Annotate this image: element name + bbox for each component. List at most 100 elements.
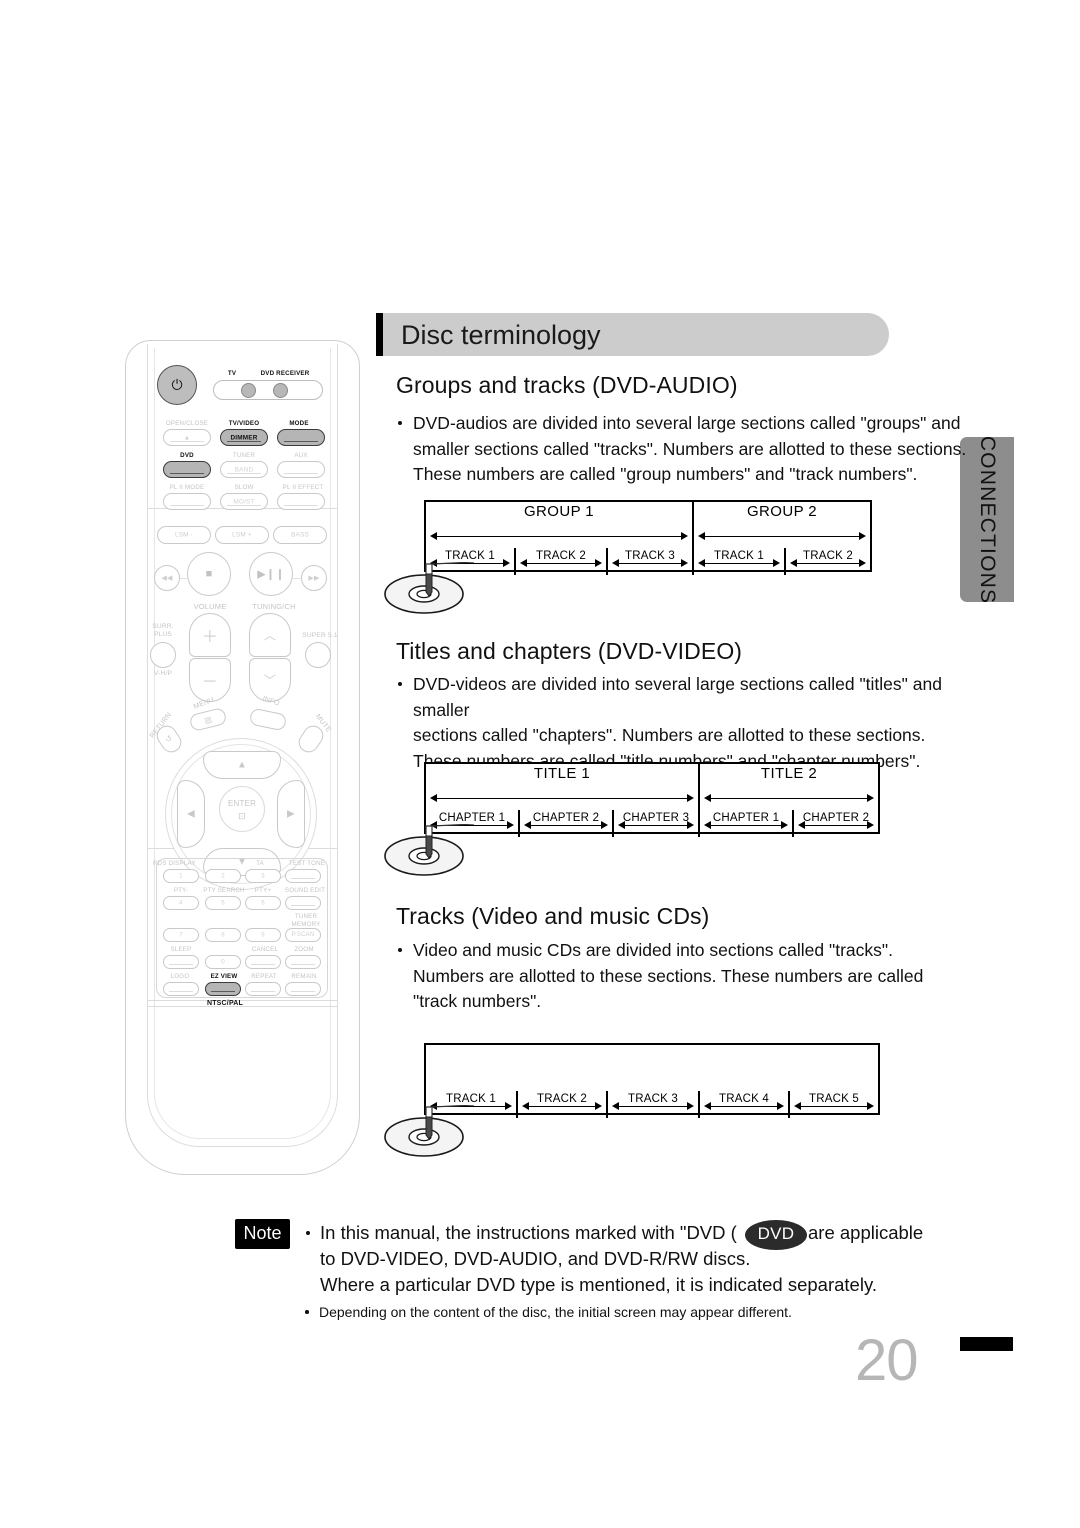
key-6[interactable]: 6 xyxy=(245,896,281,910)
bullet-dot xyxy=(398,948,402,952)
diagram-titles-and-chapters: TITLE 1 TITLE 2 CHAPTER 1 CHAPTER 2 CHAP… xyxy=(424,762,880,837)
key-3[interactable]: 3 xyxy=(245,869,281,883)
note-line-text: to DVD-VIDEO, DVD-AUDIO, and DVD-R/RW di… xyxy=(320,1248,751,1269)
volume-up-button[interactable]: ＋ xyxy=(189,613,231,657)
sound-edit-button[interactable] xyxy=(285,896,321,910)
span-arrow xyxy=(612,1102,694,1111)
cancel-button[interactable] xyxy=(245,955,281,969)
key-5[interactable]: 5 xyxy=(205,896,241,910)
disc-illustration xyxy=(382,824,478,882)
diagram-top-row: TITLE 1 TITLE 2 xyxy=(426,764,878,810)
enter-glyph: ⊡ xyxy=(238,811,246,821)
key-0[interactable]: 0 xyxy=(205,955,241,969)
tuning-up-button[interactable]: ︿ xyxy=(249,613,291,657)
note-line: to DVD-VIDEO, DVD-AUDIO, and DVD-R/RW di… xyxy=(303,1246,928,1272)
key-9-label: 9 xyxy=(261,931,265,939)
bullet-dot xyxy=(306,1231,310,1235)
skip-forward-button[interactable]: ▶▶ xyxy=(301,565,327,591)
mo-st-button[interactable]: MO/ST xyxy=(220,493,268,510)
zoom-button[interactable] xyxy=(285,955,321,969)
list-item: Video and music CDs are divided into sec… xyxy=(396,938,996,964)
logo-button[interactable] xyxy=(163,982,199,996)
diagram-top-row: GROUP 1 GROUP 2 xyxy=(426,502,870,548)
ntsc-pal-label: NTSC/PAL xyxy=(206,1000,244,1007)
slow-label: SLOW xyxy=(234,484,254,491)
note-line: Where a particular DVD type is mentioned… xyxy=(303,1272,928,1298)
diagram-cell-group-2: GROUP 2 xyxy=(694,502,870,548)
diagram-cell-chapter: CHAPTER 3 xyxy=(614,810,698,837)
diagram-bottom-row: TRACK 1 TRACK 2 TRACK 3 TRACK 1 TRACK 2 xyxy=(426,548,870,575)
bullet-text: sections called "chapters". Numbers are … xyxy=(413,725,926,745)
lsm-plus-button[interactable]: LSM + xyxy=(215,526,269,544)
v-hp-label: V-H/P xyxy=(153,670,173,677)
surr-plus-button[interactable] xyxy=(150,642,176,668)
super-51-label: SUPER 5.1 xyxy=(302,632,338,639)
key-9[interactable]: 9 xyxy=(245,928,281,942)
open-close-button[interactable]: ▲ xyxy=(163,429,211,446)
test-tone-button[interactable] xyxy=(285,869,321,883)
power-button[interactable]: ⏻ xyxy=(157,365,197,405)
key-4[interactable]: 4 xyxy=(163,896,199,910)
remain-button[interactable] xyxy=(285,982,321,996)
dimmer-button[interactable]: DIMMER xyxy=(220,429,268,446)
band-label: BAND xyxy=(234,466,254,473)
diagram-cell-track: TRACK 2 xyxy=(516,548,606,575)
diagram-cell-track: TRACK 3 xyxy=(608,1091,698,1118)
note-sub-text: Depending on the content of the disc, th… xyxy=(319,1304,792,1320)
key-7[interactable]: 7 xyxy=(163,928,199,942)
diagram-cell-track: TRACK 1 xyxy=(694,548,784,575)
nav-left-button[interactable]: ◀ xyxy=(177,780,205,848)
dvd-logo-badge: DVD xyxy=(745,1220,807,1250)
pty-plus-label: PTY+ xyxy=(254,887,272,894)
pty-search-label: PTY SEARCH xyxy=(203,887,245,894)
key-2[interactable]: 2 xyxy=(205,869,241,883)
transport-connector xyxy=(180,578,188,579)
pl2-effect-button[interactable] xyxy=(277,493,325,510)
manual-page: CONNECTIONS Disc terminology Groups and … xyxy=(0,0,1080,1528)
span-arrow xyxy=(794,1102,874,1111)
enter-button[interactable]: ENTER ⊡ xyxy=(219,786,265,832)
cell-label: GROUP 2 xyxy=(746,503,818,520)
logo-label: LOGO xyxy=(170,973,190,980)
skip-back-button[interactable]: ◀◀ xyxy=(154,565,180,591)
disc-illustration xyxy=(382,1105,478,1163)
diagram-groups-and-tracks: GROUP 1 GROUP 2 TRACK 1 TRACK 2 TRACK 3 xyxy=(424,500,872,575)
dvd-button[interactable] xyxy=(163,461,211,478)
repeat-button[interactable] xyxy=(245,982,281,996)
key-2-label: 2 xyxy=(221,872,225,880)
tuner-memory-label: TUNER MEMORY xyxy=(291,913,321,928)
stop-button[interactable]: ■ xyxy=(187,552,231,596)
key-8[interactable]: 8 xyxy=(205,928,241,942)
aux-label: AUX xyxy=(294,452,308,459)
lsm-minus-button[interactable]: LSM - xyxy=(157,526,211,544)
key-5-label: 5 xyxy=(221,899,225,907)
super-51-button[interactable] xyxy=(305,642,331,668)
span-arrow xyxy=(704,794,874,803)
section-1-heading: Groups and tracks (DVD-AUDIO) xyxy=(396,372,738,398)
band-button[interactable]: BAND xyxy=(220,461,268,478)
mode-button[interactable] xyxy=(277,429,325,446)
section-2-body: DVD-videos are divided into several larg… xyxy=(396,672,996,774)
diagram-bottom-row: TRACK 1 TRACK 2 TRACK 3 TRACK 4 TRACK 5 xyxy=(426,1091,878,1118)
list-item: "track numbers". xyxy=(396,989,996,1015)
pl2-mode-button[interactable] xyxy=(163,493,211,510)
page-title: Disc terminology xyxy=(401,320,601,350)
p-scan-button[interactable]: P.SCAN xyxy=(285,928,321,942)
ez-view-button[interactable] xyxy=(205,982,241,996)
note-line-text: In this manual, the instructions marked … xyxy=(320,1222,737,1243)
cell-label: GROUP 1 xyxy=(523,503,595,520)
aux-button[interactable] xyxy=(277,461,325,478)
sleep-button[interactable] xyxy=(163,955,199,969)
key-1[interactable]: 1 xyxy=(163,869,199,883)
nav-right-button[interactable]: ▶ xyxy=(277,780,305,848)
dvd-label: DVD xyxy=(180,452,194,459)
diagram-cell-track: TRACK 2 xyxy=(518,1091,606,1118)
span-arrow xyxy=(522,1102,602,1111)
play-pause-button[interactable]: ▶❙❙ xyxy=(249,552,293,596)
cell-label: TITLE 1 xyxy=(533,765,591,782)
p-scan-label: P.SCAN xyxy=(291,932,315,938)
nav-up-button[interactable]: ▲ xyxy=(203,751,281,779)
note-line-text: Where a particular DVD type is mentioned… xyxy=(320,1274,877,1295)
lsm-plus-label: LSM + xyxy=(232,531,252,539)
bass-button[interactable]: BASS xyxy=(273,526,327,544)
